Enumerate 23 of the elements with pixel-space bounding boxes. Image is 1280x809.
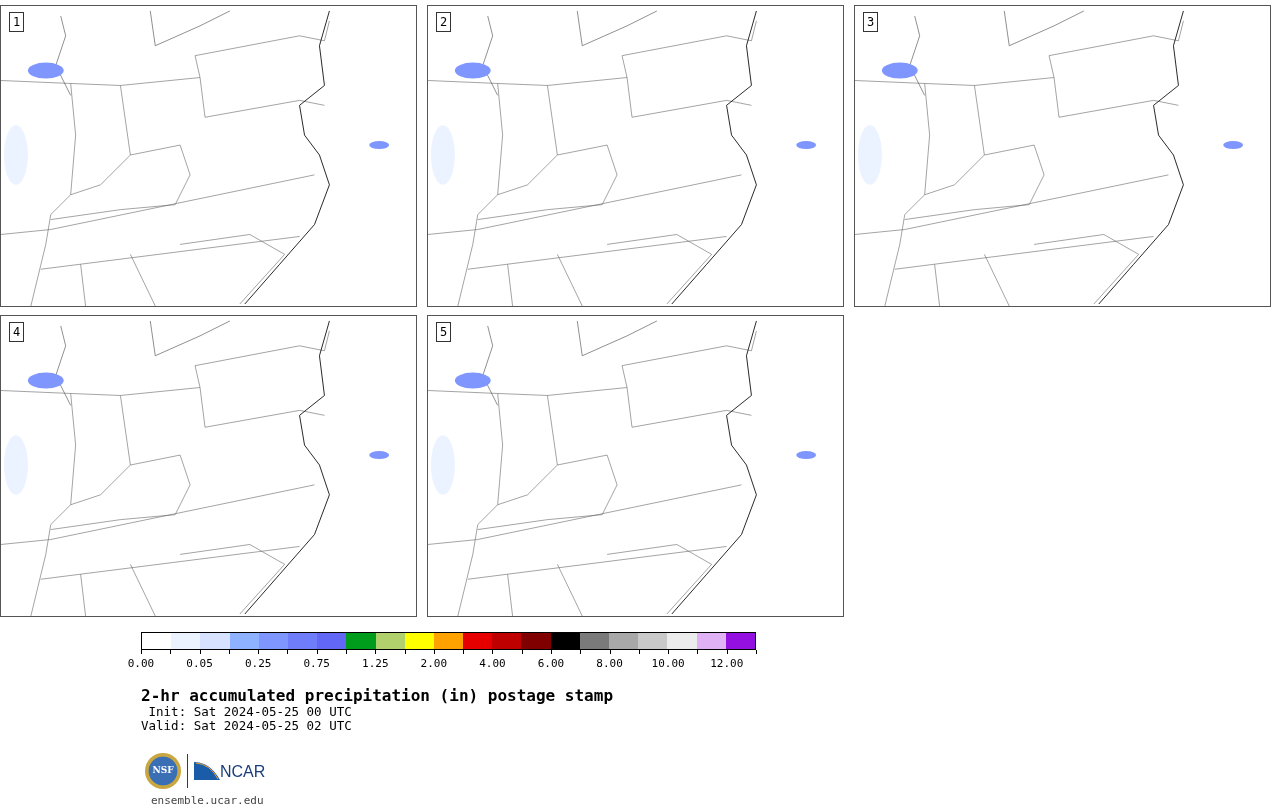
colorbar-label: 0.75 bbox=[303, 656, 330, 672]
swoosh-icon bbox=[194, 762, 220, 780]
member-number: 1 bbox=[9, 12, 25, 32]
valid-time: Valid: Sat 2024-05-25 02 UTC bbox=[141, 719, 353, 733]
member-number: 4 bbox=[9, 322, 25, 342]
colorbar-label: 8.00 bbox=[596, 656, 623, 672]
member-number: 2 bbox=[436, 12, 452, 32]
nsf-logo: NSF bbox=[145, 753, 181, 789]
member-number: 5 bbox=[436, 322, 452, 342]
colorbar-label: 12.00 bbox=[710, 656, 744, 672]
member-number: 3 bbox=[863, 12, 879, 32]
ncar-logo: NCAR bbox=[220, 764, 266, 780]
init-time: Init: Sat 2024-05-25 00 UTC bbox=[147, 705, 353, 719]
colorbar-label: 0.05 bbox=[186, 656, 213, 672]
colorbar-label: 0.25 bbox=[244, 656, 272, 672]
colorbar-label: 4.00 bbox=[479, 656, 506, 672]
colorbar-label: 2.00 bbox=[420, 656, 448, 672]
colorbar-label: 1.25 bbox=[362, 656, 389, 672]
colorbar-label: 10.00 bbox=[651, 656, 685, 672]
website-url: ensemble.ucar.edu bbox=[151, 793, 265, 809]
colorbar-label: 6.00 bbox=[537, 656, 565, 672]
colorbar-label: 0.00 bbox=[127, 656, 155, 672]
chart-title: 2-hr accumulated precipitation (in) postage stamp bbox=[141, 686, 614, 705]
